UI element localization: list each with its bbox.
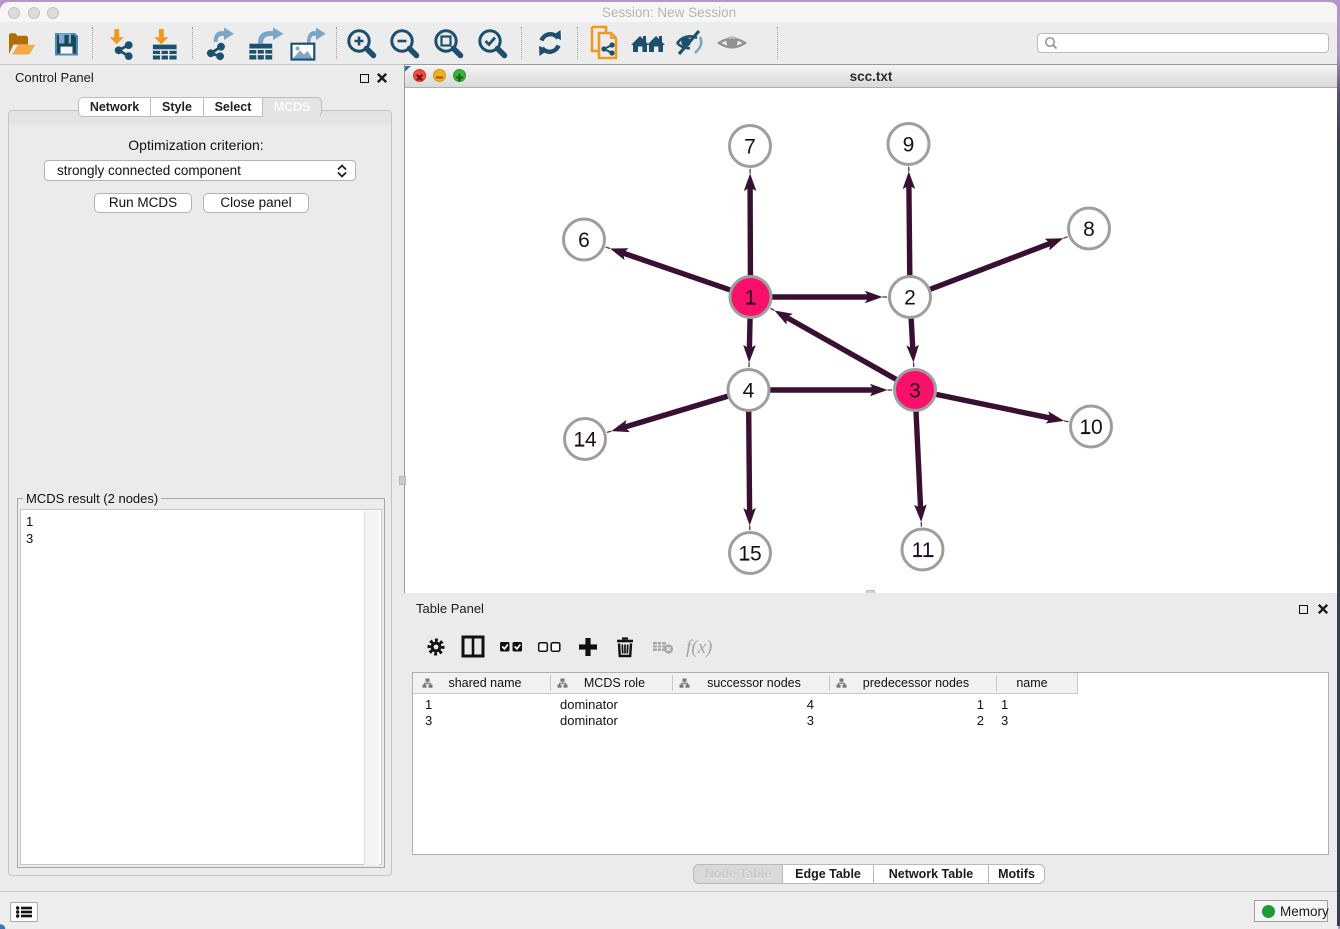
svg-text:10: 10 xyxy=(1079,416,1102,439)
svg-text:8: 8 xyxy=(1083,218,1095,241)
svg-text:1: 1 xyxy=(745,287,757,310)
svg-text:7: 7 xyxy=(744,136,756,159)
svg-text:2: 2 xyxy=(904,287,916,310)
svg-text:15: 15 xyxy=(738,543,761,566)
svg-text:3: 3 xyxy=(909,380,921,403)
svg-text:9: 9 xyxy=(903,134,915,157)
svg-text:4: 4 xyxy=(743,380,755,403)
svg-text:6: 6 xyxy=(578,229,590,252)
svg-text:11: 11 xyxy=(912,539,934,562)
svg-text:14: 14 xyxy=(573,429,597,452)
